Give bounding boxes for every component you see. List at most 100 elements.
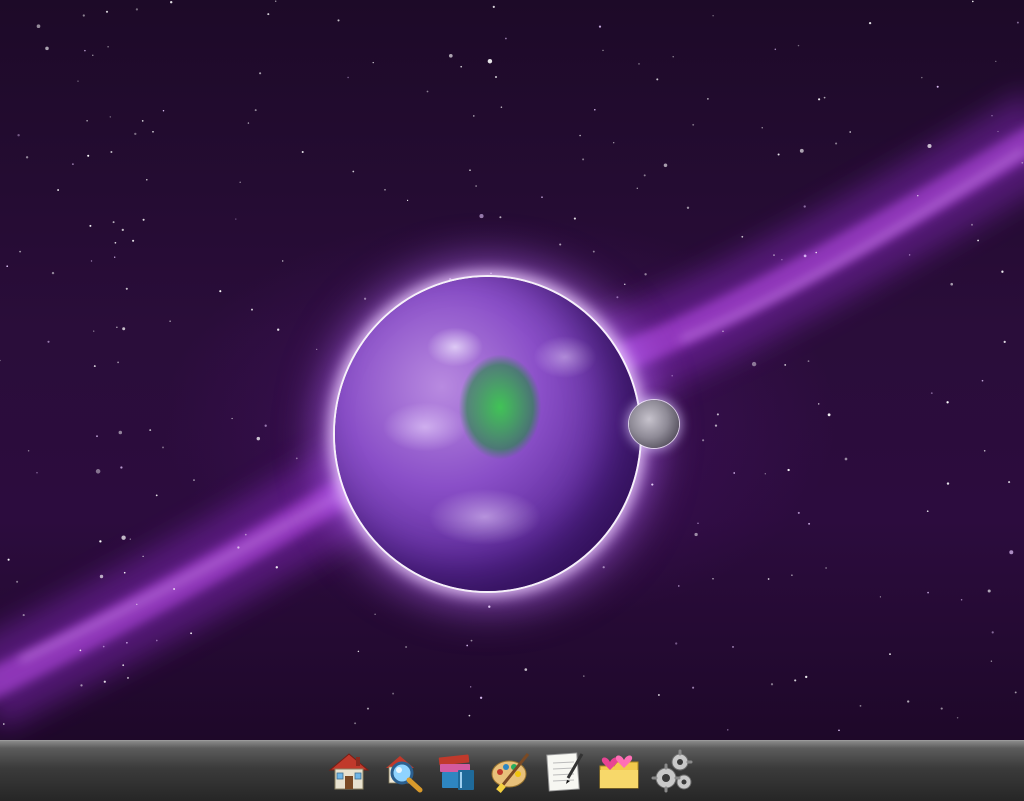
star: [89, 224, 92, 227]
star: [490, 272, 492, 275]
star: [274, 0, 277, 2]
star: [125, 287, 128, 290]
star: [120, 466, 123, 469]
star: [47, 340, 50, 343]
star: [122, 664, 125, 667]
star: [235, 218, 237, 220]
star: [117, 361, 119, 364]
star: [114, 256, 116, 258]
star: [638, 63, 640, 65]
star: [671, 374, 673, 377]
star: [363, 297, 367, 300]
star: [264, 424, 267, 427]
star: [109, 116, 112, 118]
star: [946, 401, 949, 404]
star: [107, 46, 109, 48]
paint-palette-icon: [491, 753, 530, 793]
star: [129, 538, 131, 540]
star: [770, 683, 774, 686]
star: [672, 55, 674, 58]
star: [219, 290, 222, 293]
star: [751, 361, 757, 367]
star: [169, 320, 171, 322]
star: [971, 223, 973, 226]
books-button[interactable]: [432, 745, 482, 797]
star: [7, 558, 10, 561]
favorites-button[interactable]: [594, 745, 644, 797]
star: [797, 511, 800, 514]
star: [494, 75, 498, 79]
star: [956, 717, 959, 719]
star: [479, 696, 483, 699]
star: [1008, 481, 1011, 484]
star: [468, 714, 471, 717]
notepad-pen-icon: [546, 752, 584, 792]
star: [392, 692, 395, 695]
star: [93, 330, 95, 332]
star: [27, 449, 30, 452]
star: [727, 729, 729, 731]
star: [152, 131, 154, 133]
star: [87, 154, 90, 157]
notepad-button[interactable]: [540, 745, 590, 797]
star: [889, 653, 891, 655]
star: [259, 72, 262, 75]
star: [95, 469, 101, 474]
star: [602, 566, 605, 569]
home-button[interactable]: [324, 745, 374, 797]
star: [405, 645, 408, 649]
star: [71, 163, 74, 166]
star: [155, 494, 158, 497]
star: [231, 417, 233, 420]
star: [651, 483, 654, 486]
star: [827, 413, 831, 417]
star: [77, 80, 79, 82]
star: [908, 254, 911, 256]
star: [57, 189, 60, 191]
star: [277, 328, 280, 331]
search-button[interactable]: [378, 745, 428, 797]
star: [102, 645, 105, 648]
star: [686, 206, 690, 209]
star: [275, 566, 278, 569]
star: [844, 457, 848, 461]
paint-button[interactable]: [486, 745, 536, 797]
star: [470, 686, 472, 688]
star: [859, 705, 862, 707]
star: [142, 555, 144, 557]
star: [141, 120, 144, 122]
star: [764, 473, 766, 475]
star: [712, 15, 714, 17]
star: [722, 330, 724, 333]
star: [407, 199, 409, 201]
star: [823, 96, 826, 99]
star: [487, 58, 493, 64]
settings-button[interactable]: [648, 745, 698, 797]
star: [582, 158, 585, 161]
star: [702, 439, 705, 442]
star: [797, 44, 800, 47]
star: [256, 436, 261, 441]
star: [805, 675, 808, 679]
star: [110, 151, 113, 153]
star: [90, 260, 93, 262]
star: [777, 153, 780, 156]
star: [126, 642, 128, 644]
star: [767, 578, 770, 580]
star: [594, 108, 596, 111]
star: [244, 533, 247, 536]
star: [784, 363, 787, 366]
star: [239, 181, 241, 184]
star: [990, 660, 993, 662]
star: [282, 260, 284, 262]
star: [930, 392, 933, 394]
star: [714, 424, 718, 427]
star: [366, 707, 370, 710]
star: [121, 228, 124, 232]
star: [1016, 21, 1019, 24]
star: [354, 722, 357, 725]
star: [142, 218, 145, 221]
star: [917, 195, 919, 197]
star: [190, 632, 193, 635]
star: [162, 110, 165, 112]
